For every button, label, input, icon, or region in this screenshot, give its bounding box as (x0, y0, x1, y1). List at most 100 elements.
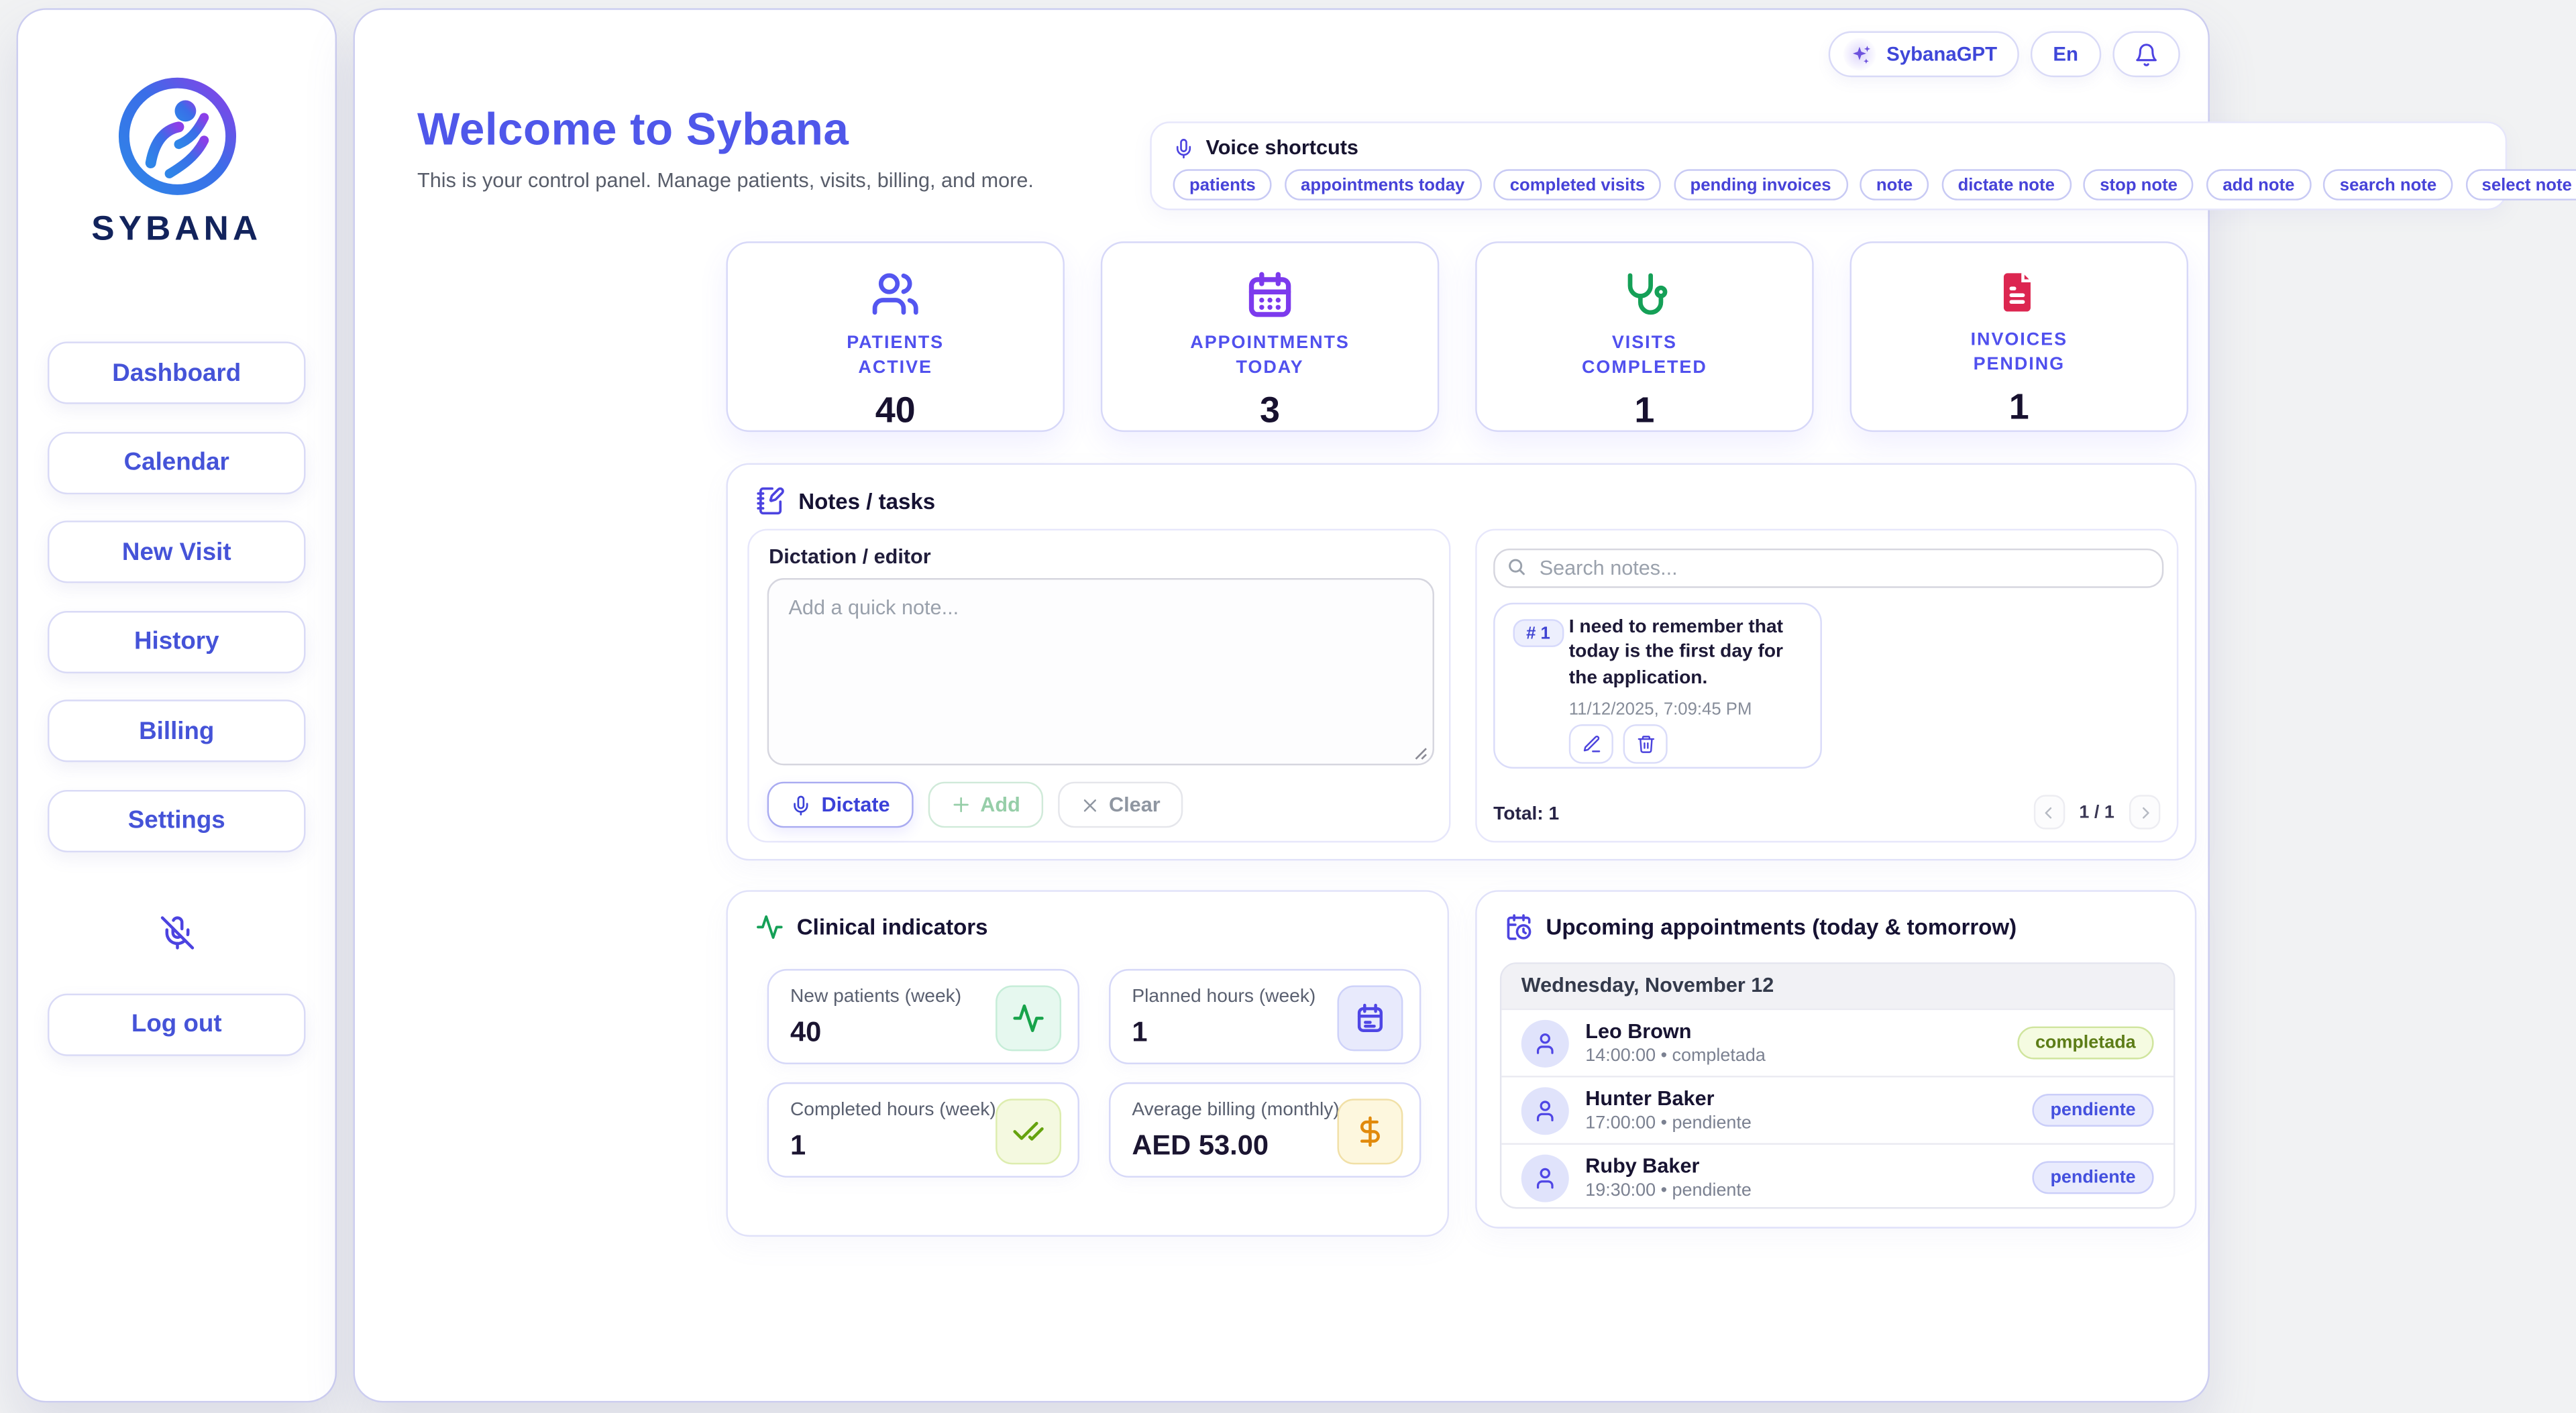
plus-icon (951, 795, 970, 814)
chip-note[interactable]: note (1860, 169, 1929, 201)
notifications-button[interactable] (2112, 32, 2180, 78)
appointment-detail: 14:00:00 • completada (1585, 1046, 1766, 1066)
stat-cards: PATIENTSACTIVE 40 APPOINTMENTSTODAY 3 (726, 241, 2188, 432)
status-badge: pendiente (2033, 1094, 2154, 1127)
notes-list-panel: # 1 I need to remember that today is the… (1475, 529, 2178, 843)
patient-name: Leo Brown (1585, 1020, 1766, 1043)
note-number-badge: # 1 (1513, 619, 1564, 647)
indicator-new-patients: New patients (week) 40 (767, 969, 1079, 1064)
language-button[interactable]: En (2030, 32, 2101, 78)
chip-select-note-1[interactable]: select note 1 (2465, 169, 2576, 201)
stat-value-patients: 40 (875, 389, 916, 432)
page-header: Welcome to Sybana This is your control p… (417, 103, 1034, 192)
brand-wordmark: SYBANA (91, 210, 262, 249)
stat-value-invoices: 1 (2009, 386, 2029, 429)
chip-appointments-today[interactable]: appointments today (1285, 169, 1481, 201)
status-badge: pendiente (2033, 1161, 2154, 1194)
note-text: I need to remember that today is the fir… (1569, 616, 1815, 691)
chip-stop-note[interactable]: stop note (2084, 169, 2194, 201)
user-avatar-icon (1521, 1086, 1569, 1134)
sybanagpt-label: SybanaGPT (1886, 43, 1997, 66)
voice-chip-list: patients appointments today completed vi… (1173, 169, 2484, 201)
logout-button[interactable]: Log out (48, 993, 305, 1055)
trash-icon (1635, 734, 1655, 754)
page-title: Welcome to Sybana (417, 103, 1034, 156)
dictation-editor-label: Dictation / editor (769, 545, 931, 568)
note-timestamp: 11/12/2025, 7:09:45 PM (1569, 699, 1752, 719)
stat-card-appointments-today: APPOINTMENTSTODAY 3 (1101, 241, 1439, 432)
chip-patients[interactable]: patients (1173, 169, 1273, 201)
notes-tasks-title: Notes / tasks (798, 489, 935, 514)
chip-pending-invoices[interactable]: pending invoices (1674, 169, 1847, 201)
stat-card-patients-active: PATIENTSACTIVE 40 (726, 241, 1064, 432)
search-icon (1507, 557, 1526, 576)
language-label: En (2053, 43, 2078, 66)
main-panel: SybanaGPT En Welcome to Sybana This is y… (354, 8, 2210, 1402)
sparkles-icon (1843, 38, 1876, 70)
prev-page-button[interactable] (2033, 795, 2065, 829)
dashboard-page: SYBANA Dashboard Calendar New Visit Hist… (0, 0, 2576, 1413)
status-badge: completada (2017, 1027, 2154, 1060)
note-card[interactable]: # 1 I need to remember that today is the… (1493, 603, 1822, 769)
check-check-icon (996, 1098, 1061, 1164)
appointment-row[interactable]: Hunter Baker 17:00:00 • pendiente pendie… (1501, 1076, 2174, 1143)
sidebar-item-dashboard[interactable]: Dashboard (48, 341, 305, 404)
user-avatar-icon (1521, 1019, 1569, 1067)
sidebar-nav: Dashboard Calendar New Visit History Bil… (48, 341, 305, 851)
stethoscope-icon (1620, 270, 1669, 319)
add-note-button[interactable]: Add (928, 782, 1043, 828)
stat-card-invoices-pending: INVOICESPENDING 1 (1850, 241, 2188, 432)
appointment-row[interactable]: Ruby Baker 19:30:00 • pendiente pendient… (1501, 1143, 2174, 1208)
quick-note-textarea[interactable] (767, 578, 1434, 765)
mic-off-icon[interactable] (158, 914, 195, 950)
upcoming-appointments-panel: Upcoming appointments (today & tomorrow)… (1475, 890, 2196, 1228)
chip-dictate-note[interactable]: dictate note (1941, 169, 2071, 201)
appointments-table: Wednesday, November 12 Leo Brown 14:00:0… (1500, 962, 2176, 1208)
upcoming-appointments-title: Upcoming appointments (today & tomorrow) (1546, 915, 2017, 940)
sidebar-item-calendar[interactable]: Calendar (48, 431, 305, 494)
stat-value-visits: 1 (1634, 389, 1654, 432)
patient-name: Ruby Baker (1585, 1155, 1752, 1178)
sybanagpt-button[interactable]: SybanaGPT (1829, 32, 2019, 78)
chip-search-note[interactable]: search note (2323, 169, 2453, 201)
edit-note-button[interactable] (1569, 724, 1613, 764)
user-avatar-icon (1521, 1153, 1569, 1201)
dictation-editor-panel: Dictation / editor Dictate (747, 529, 1450, 843)
chevron-left-icon (2041, 804, 2057, 820)
invoice-icon (1996, 270, 2043, 316)
appointment-detail: 17:00:00 • pendiente (1585, 1113, 1752, 1133)
calendar-clock-icon (1505, 913, 1533, 942)
appointment-row[interactable]: Leo Brown 14:00:00 • completada completa… (1501, 1009, 2174, 1076)
clear-note-button[interactable]: Clear (1058, 782, 1183, 828)
x-icon (1081, 796, 1099, 814)
activity-icon (756, 913, 784, 942)
sidebar: SYBANA Dashboard Calendar New Visit Hist… (16, 8, 337, 1402)
sidebar-item-new-visit[interactable]: New Visit (48, 520, 305, 583)
next-page-button[interactable] (2129, 795, 2161, 829)
chip-add-note[interactable]: add note (2206, 169, 2311, 201)
clinical-indicators-title: Clinical indicators (797, 915, 988, 940)
dollar-icon (1337, 1098, 1403, 1164)
search-notes-input[interactable] (1493, 549, 2163, 588)
stat-card-visits-completed: VISITSCOMPLETED 1 (1475, 241, 1813, 432)
sidebar-item-history[interactable]: History (48, 610, 305, 673)
stat-value-appointments: 3 (1260, 389, 1280, 432)
patient-name: Hunter Baker (1585, 1087, 1752, 1110)
mic-icon (790, 794, 812, 815)
delete-note-button[interactable] (1623, 724, 1668, 764)
notebook-pen-icon (756, 486, 786, 516)
chip-completed-visits[interactable]: completed visits (1493, 169, 1661, 201)
notes-total: Total: 1 (1493, 805, 1559, 824)
mic-icon (1173, 137, 1195, 158)
voice-shortcuts-panel: Voice shortcuts patients appointments to… (1150, 121, 2507, 210)
dictate-button[interactable]: Dictate (767, 782, 913, 828)
indicator-planned-hours: Planned hours (week) 1 (1109, 969, 1421, 1064)
sidebar-item-settings[interactable]: Settings (48, 789, 305, 852)
notes-tasks-panel: Notes / tasks Dictation / editor (726, 463, 2196, 861)
page-subtitle: This is your control panel. Manage patie… (417, 169, 1034, 192)
appointments-date-header: Wednesday, November 12 (1501, 964, 2174, 1009)
sidebar-item-billing[interactable]: Billing (48, 699, 305, 762)
indicator-completed-hours: Completed hours (week) 1 (767, 1082, 1079, 1178)
page-indicator: 1 / 1 (2079, 802, 2114, 822)
bell-icon (2134, 42, 2159, 66)
